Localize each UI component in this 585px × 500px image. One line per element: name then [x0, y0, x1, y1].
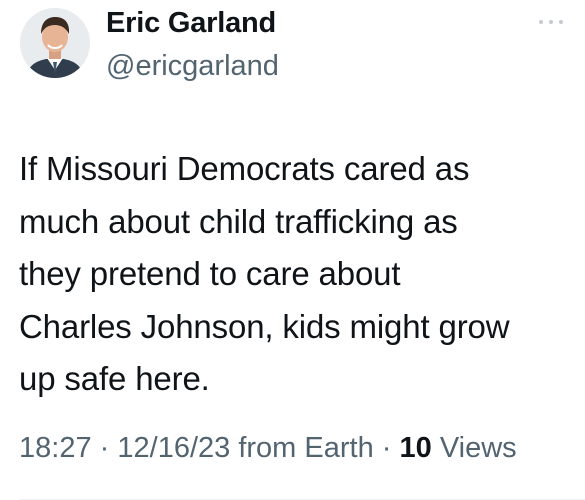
meta-separator: ·: [381, 432, 392, 464]
more-dot: [539, 20, 543, 24]
tweet-date[interactable]: 12/16/23: [117, 432, 230, 464]
author-avatar[interactable]: [20, 8, 90, 78]
author-name[interactable]: Eric Garland: [106, 3, 276, 43]
views-label: Views: [439, 432, 517, 464]
more-options-icon[interactable]: [539, 14, 563, 30]
meta-separator: ·: [99, 432, 110, 464]
tweet-card: Eric Garland @ericgarland If Missouri De…: [0, 0, 585, 500]
views-count[interactable]: 10: [400, 432, 432, 464]
profile-photo-icon: [20, 8, 90, 78]
tweet-text: If Missouri Democrats cared as much abou…: [19, 150, 510, 397]
more-dot: [549, 20, 553, 24]
author-handle[interactable]: @ericgarland: [106, 46, 279, 86]
tweet-meta: 18:27 · 12/16/23 from Earth · 10 Views: [19, 428, 517, 468]
tweet-time[interactable]: 18:27: [19, 432, 92, 464]
more-dot: [559, 20, 563, 24]
tweet-source: from Earth: [238, 432, 374, 464]
